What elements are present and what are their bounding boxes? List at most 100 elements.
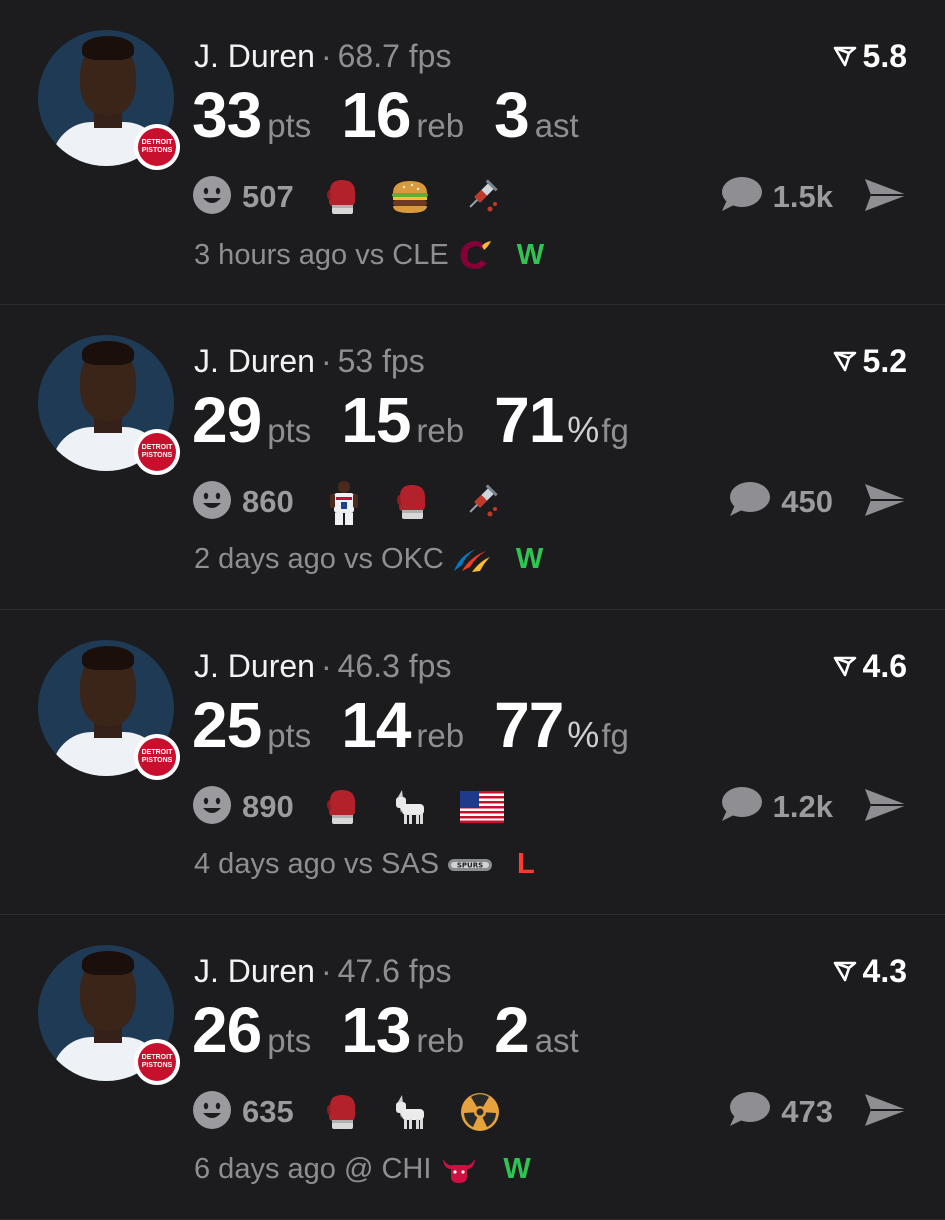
rating[interactable]: 4.6 bbox=[833, 646, 907, 686]
reaction-count: 860 bbox=[242, 484, 294, 519]
boxing-glove-icon[interactable] bbox=[324, 177, 360, 217]
goat-icon[interactable] bbox=[390, 787, 430, 827]
player-name[interactable]: J. Duren bbox=[194, 343, 315, 379]
smiley-icon bbox=[192, 1090, 232, 1135]
post-card[interactable]: DETROIT PISTONS J. Duren · 47.6 fps 4.3 26 pts 1… bbox=[0, 915, 945, 1220]
post-title: J. Duren · 47.6 fps bbox=[194, 951, 451, 991]
spurs-logo-icon: SPURS bbox=[447, 854, 493, 876]
post-card[interactable]: DETROIT PISTONS J. Duren · 46.3 fps 4.6 25 pts 1… bbox=[0, 610, 945, 915]
syringe-icon[interactable] bbox=[460, 482, 500, 522]
rating[interactable]: 5.8 bbox=[833, 36, 907, 76]
stat-unit: ast bbox=[534, 1022, 579, 1059]
post-title: J. Duren · 68.7 fps bbox=[194, 36, 451, 76]
game-result: W bbox=[503, 1153, 531, 1185]
svg-text:SPURS: SPURS bbox=[457, 861, 483, 869]
rating[interactable]: 4.3 bbox=[833, 951, 907, 991]
reaction-count: 635 bbox=[242, 1094, 294, 1129]
rating[interactable]: 5.2 bbox=[833, 341, 907, 381]
stat-value: 29 bbox=[192, 384, 262, 456]
stat: 14 reb bbox=[341, 688, 464, 762]
reactions: 860 bbox=[192, 477, 500, 527]
boxing-glove-icon[interactable] bbox=[324, 1092, 360, 1132]
stat: 16 reb bbox=[341, 78, 464, 152]
time-ago: 6 days ago bbox=[194, 1153, 336, 1185]
player-name[interactable]: J. Duren bbox=[194, 953, 315, 989]
stat-unit: reb bbox=[416, 107, 465, 144]
stat: 71% fg bbox=[494, 383, 629, 457]
rating-value: 5.2 bbox=[862, 343, 907, 379]
opponent[interactable]: SAS bbox=[381, 848, 439, 881]
goat-icon[interactable] bbox=[390, 1092, 430, 1132]
fps-score: 68.7 fps bbox=[337, 38, 452, 74]
reaction-button[interactable]: 507 bbox=[192, 175, 294, 220]
reactions: 507 bbox=[192, 172, 500, 222]
post-title: J. Duren · 46.3 fps bbox=[194, 646, 451, 686]
stat: 33 pts bbox=[192, 78, 311, 152]
comment-icon bbox=[719, 785, 763, 830]
pistons-player-icon[interactable] bbox=[324, 479, 364, 525]
separator-dot: · bbox=[320, 343, 332, 379]
comment-icon bbox=[727, 1090, 771, 1135]
stat-unit: reb bbox=[416, 1022, 465, 1059]
game-result: W bbox=[516, 238, 545, 271]
fps-score: 46.3 fps bbox=[337, 648, 452, 684]
bulls-logo-icon bbox=[439, 1155, 479, 1185]
engagement: 473 bbox=[727, 1087, 909, 1137]
stat-line: 25 pts 14 reb 77% fg bbox=[192, 688, 659, 762]
comment-button[interactable]: 450 bbox=[727, 480, 833, 525]
boxing-glove-icon[interactable] bbox=[324, 787, 360, 827]
smiley-icon bbox=[192, 785, 232, 830]
comment-count: 450 bbox=[781, 484, 833, 519]
fps-score: 47.6 fps bbox=[337, 953, 452, 989]
share-icon[interactable] bbox=[863, 177, 909, 218]
opponent[interactable]: CHI bbox=[381, 1153, 431, 1186]
reaction-button[interactable]: 635 bbox=[192, 1090, 294, 1135]
stat-value: 14 bbox=[341, 689, 411, 761]
comment-button[interactable]: 473 bbox=[727, 1090, 833, 1135]
boxing-glove-icon[interactable] bbox=[394, 482, 430, 522]
us-flag-icon[interactable] bbox=[459, 791, 504, 823]
stat-percent-sign: % bbox=[567, 409, 600, 450]
reaction-button[interactable]: 890 bbox=[192, 785, 294, 830]
hamburger-icon[interactable] bbox=[390, 179, 430, 215]
post-card[interactable]: DETROIT PISTONS J. Duren · 68.7 fps 5.8 33 pts 1… bbox=[0, 0, 945, 305]
stat-value: 26 bbox=[192, 994, 262, 1066]
share-icon[interactable] bbox=[863, 482, 909, 523]
stat: 15 reb bbox=[341, 383, 464, 457]
thunder-logo-icon bbox=[452, 545, 492, 575]
player-name[interactable]: J. Duren bbox=[194, 38, 315, 74]
reactions: 890 bbox=[192, 782, 504, 832]
stat-unit: ast bbox=[534, 107, 579, 144]
comment-button[interactable]: 1.2k bbox=[719, 785, 833, 830]
game-info: 2 days ago vs OKC W bbox=[194, 543, 543, 576]
venue: vs bbox=[355, 238, 385, 271]
rating-icon bbox=[833, 646, 863, 686]
time-ago: 3 hours ago bbox=[194, 238, 348, 271]
opponent[interactable]: CLE bbox=[392, 239, 448, 272]
syringe-icon[interactable] bbox=[460, 177, 500, 217]
stat-value: 77 bbox=[494, 689, 564, 761]
comment-button[interactable]: 1.5k bbox=[719, 175, 833, 220]
comment-count: 1.2k bbox=[772, 789, 833, 824]
post-card[interactable]: DETROIT PISTONS J. Duren · 53 fps 5.2 29 pts 15 r… bbox=[0, 305, 945, 610]
stat-value: 2 bbox=[494, 994, 530, 1066]
radioactive-icon[interactable] bbox=[460, 1092, 500, 1132]
rating-icon bbox=[833, 341, 863, 381]
share-icon[interactable] bbox=[863, 787, 909, 828]
stat-line: 29 pts 15 reb 71% fg bbox=[192, 383, 659, 457]
share-icon[interactable] bbox=[863, 1092, 909, 1133]
comment-count: 473 bbox=[781, 1094, 833, 1129]
engagement: 450 bbox=[727, 477, 909, 527]
engagement: 1.2k bbox=[719, 782, 909, 832]
player-name[interactable]: J. Duren bbox=[194, 648, 315, 684]
post-title: J. Duren · 53 fps bbox=[194, 341, 425, 381]
pistons-badge-icon: DETROIT PISTONS bbox=[134, 734, 180, 780]
action-bar: 507 1.5k bbox=[192, 172, 909, 222]
stat-line: 26 pts 13 reb 2 ast bbox=[192, 993, 609, 1067]
fps-score: 53 fps bbox=[337, 343, 425, 379]
opponent[interactable]: OKC bbox=[381, 543, 444, 576]
rating-icon bbox=[833, 951, 863, 991]
game-info: 6 days ago @ CHI W bbox=[194, 1153, 531, 1186]
smiley-icon bbox=[192, 480, 232, 525]
reaction-button[interactable]: 860 bbox=[192, 480, 294, 525]
